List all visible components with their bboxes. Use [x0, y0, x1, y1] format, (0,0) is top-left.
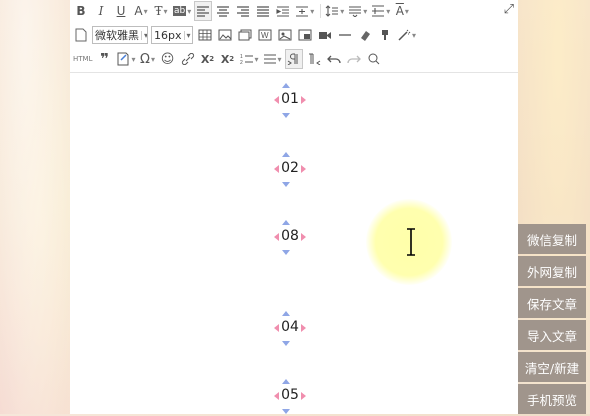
ltr-icon[interactable] [284, 49, 303, 69]
number-text: 02 [281, 160, 299, 176]
align-right-icon[interactable] [234, 1, 252, 21]
paragraph-spacing-icon[interactable]: ▾ [347, 1, 368, 21]
word-icon[interactable]: W [256, 25, 274, 45]
picture-alt-icon[interactable] [296, 25, 314, 45]
emoji-icon[interactable]: ☺ [159, 49, 177, 69]
align-left-icon[interactable] [194, 1, 213, 21]
rtl-icon[interactable] [305, 49, 323, 69]
html-source-label: HTML [73, 55, 93, 63]
arrow-right-icon [301, 324, 306, 332]
redo-icon[interactable] [345, 49, 363, 69]
number-text: 01 [281, 91, 299, 107]
arrow-right-icon [301, 233, 306, 241]
horizontal-line-icon[interactable] [336, 25, 354, 45]
svg-text:2: 2 [240, 60, 243, 65]
eraser-icon[interactable] [356, 25, 374, 45]
new-document-icon[interactable] [72, 25, 90, 45]
background-color-icon[interactable]: ab ▾ [172, 1, 192, 21]
arrow-up-icon [282, 311, 290, 316]
number-block[interactable]: 08 [266, 220, 306, 260]
number-block[interactable]: 01 [266, 83, 306, 123]
toolbar-separator [320, 4, 322, 18]
number-text: 04 [281, 319, 299, 335]
arrow-up-icon [282, 379, 290, 384]
arrow-down-icon [282, 113, 290, 118]
special-char-icon[interactable]: Ω ▾ [139, 49, 157, 69]
wechat-copy-button[interactable]: 微信复制 [518, 224, 586, 254]
mobile-preview-button[interactable]: 手机预览 [518, 384, 586, 414]
ordered-list-icon[interactable]: 1 2 ▾ [239, 49, 260, 69]
text-format-a-icon[interactable]: A ▾ [393, 1, 411, 21]
left-background [0, 0, 70, 414]
undo-icon[interactable] [325, 49, 343, 69]
number-block[interactable]: 04 [266, 311, 306, 351]
font-size-value: 16px [154, 28, 182, 42]
multi-image-icon[interactable] [236, 25, 254, 45]
align-justify-icon[interactable] [254, 1, 272, 21]
table-icon[interactable] [196, 25, 214, 45]
unordered-list-icon[interactable]: ▾ [262, 49, 283, 69]
toolbar-row-3: HTML ❞ ▾ Ω ▾ ☺ X2 X2 1 2 ▾ ▾ [72, 48, 385, 70]
save-article-button[interactable]: 保存文章 [518, 288, 586, 318]
video-icon[interactable] [316, 25, 334, 45]
toolbar-row-1: B I U A ▾ Ŧ ▾ ab ▾ ▾ ▾ ▾ ▾ A ▾ [72, 0, 413, 22]
fullscreen-icon[interactable]: ⤢ [504, 2, 514, 17]
action-sidebar: 微信复制 外网复制 保存文章 导入文章 清空/新建 手机预览 [518, 224, 586, 416]
arrow-right-icon [301, 96, 306, 104]
clear-format-icon[interactable]: ▾ [370, 1, 391, 21]
picture-icon[interactable] [276, 25, 294, 45]
italic-icon[interactable]: I [92, 1, 110, 21]
arrow-up-icon [282, 83, 290, 88]
spacing-icon[interactable]: ▾ [294, 1, 315, 21]
number-text: 05 [281, 387, 299, 403]
arrow-up-icon [282, 152, 290, 157]
quote-icon[interactable]: ❞ [95, 49, 113, 69]
align-center-icon[interactable] [214, 1, 232, 21]
image-icon[interactable] [216, 25, 234, 45]
arrow-down-icon [282, 250, 290, 255]
indent-icon[interactable] [274, 1, 292, 21]
find-icon[interactable] [365, 49, 383, 69]
underline-icon[interactable]: U [112, 1, 130, 21]
arrow-right-icon [301, 165, 306, 173]
arrow-down-icon [282, 182, 290, 187]
number-block[interactable]: 02 [266, 152, 306, 192]
toolbar-row-2: 微软雅黑 ▾ 16px ▾ W ▾ [72, 24, 419, 46]
magic-wand-icon[interactable]: ▾ [396, 25, 417, 45]
editor-content[interactable]: 01 02 08 04 05 [70, 73, 518, 414]
superscript-icon[interactable]: X2 [199, 49, 217, 69]
svg-text:W: W [261, 31, 269, 40]
editor-toolbar: B I U A ▾ Ŧ ▾ ab ▾ ▾ ▾ ▾ ▾ A ▾ ⤢ 微软雅黑 ▾ … [70, 0, 518, 73]
font-family-value: 微软雅黑 [95, 29, 139, 42]
link-icon[interactable] [179, 49, 197, 69]
import-article-button[interactable]: 导入文章 [518, 320, 586, 350]
bold-icon[interactable]: B [72, 1, 90, 21]
html-source-button[interactable]: HTML [72, 49, 93, 69]
format-brush-icon[interactable] [376, 25, 394, 45]
template-icon[interactable]: ▾ [115, 49, 136, 69]
arrow-down-icon [282, 341, 290, 346]
arrow-down-icon [282, 409, 290, 414]
font-size-select[interactable]: 16px ▾ [151, 26, 193, 44]
external-copy-button[interactable]: 外网复制 [518, 256, 586, 286]
font-family-select[interactable]: 微软雅黑 ▾ [92, 26, 148, 44]
text-format-icon[interactable]: Ŧ ▾ [152, 1, 170, 21]
arrow-right-icon [301, 392, 306, 400]
clear-new-button[interactable]: 清空/新建 [518, 352, 586, 382]
rich-text-editor[interactable]: B I U A ▾ Ŧ ▾ ab ▾ ▾ ▾ ▾ ▾ A ▾ ⤢ 微软雅黑 ▾ … [70, 0, 518, 414]
number-text: 08 [281, 228, 299, 244]
text-cursor-icon [407, 228, 415, 256]
subscript-icon[interactable]: X2 [219, 49, 237, 69]
number-block[interactable]: 05 [266, 379, 306, 414]
line-height-icon[interactable]: ▾ [324, 1, 345, 21]
arrow-up-icon [282, 220, 290, 225]
font-color-icon[interactable]: A ▾ [132, 1, 150, 21]
